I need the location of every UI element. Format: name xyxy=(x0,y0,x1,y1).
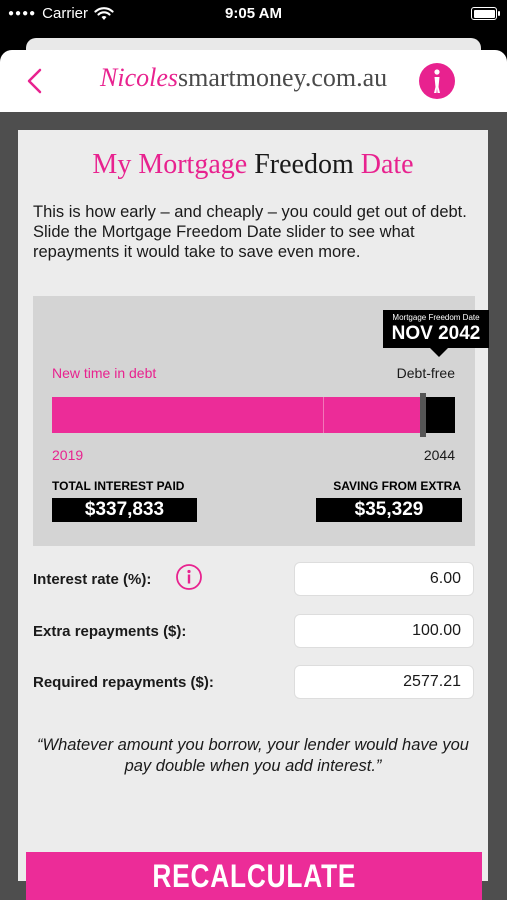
logo-badge-icon xyxy=(419,63,455,99)
info-icon[interactable] xyxy=(175,563,203,591)
slider-thumb[interactable] xyxy=(420,393,426,437)
saving-label: SAVING FROM EXTRA xyxy=(333,479,461,493)
logo: Nicolessmartmoney.com.au xyxy=(100,63,387,93)
recalculate-label: RECALCULATE xyxy=(152,858,356,894)
required-repayments-label: Required repayments ($): xyxy=(33,674,214,691)
debt-free-label: Debt-free xyxy=(396,365,455,381)
status-bar: ●●●● Carrier 9:05 AM xyxy=(0,0,507,30)
back-chevron-icon[interactable] xyxy=(24,67,46,95)
freedom-date-caption: Mortgage Freedom Date xyxy=(392,313,480,322)
extra-repayments-label: Extra repayments ($): xyxy=(33,623,187,640)
app-sheet: Nicolessmartmoney.com.au My Mortgage Fre… xyxy=(0,50,507,900)
intro-text: This is how early – and cheaply – you co… xyxy=(33,203,467,261)
interest-rate-input[interactable]: 6.00 xyxy=(294,562,474,596)
end-year: 2044 xyxy=(423,447,455,463)
new-time-label: New time in debt xyxy=(52,365,157,381)
freedom-date-callout: Mortgage Freedom Date NOV 2042 xyxy=(383,310,489,348)
battery-icon xyxy=(471,7,500,20)
saving-value: $35,329 xyxy=(316,498,462,522)
extra-repayments-input[interactable]: 100.00 xyxy=(294,614,474,648)
title-part-2: Freedom xyxy=(254,149,354,180)
freedom-date-value: NOV 2042 xyxy=(391,323,481,344)
freedom-date-slider[interactable] xyxy=(52,393,455,437)
header: Nicolessmartmoney.com.au xyxy=(0,50,507,112)
calculator-card: My Mortgage Freedom Date This is how ear… xyxy=(18,130,489,881)
slider-divider xyxy=(323,397,324,433)
total-interest-value: $337,833 xyxy=(52,498,197,522)
start-year: 2019 xyxy=(52,447,84,463)
freedom-date-panel: Mortgage Freedom Date NOV 2042 New time … xyxy=(33,296,489,546)
required-repayments-input[interactable]: 2577.21 xyxy=(294,665,474,699)
slider-fill xyxy=(52,397,423,433)
status-time: 9:05 AM xyxy=(225,5,282,22)
recalculate-button[interactable]: RECALCULATE xyxy=(26,852,482,900)
quote-text: “Whatever amount you borrow, your lender… xyxy=(37,736,469,775)
page-title: My Mortgage Freedom Date xyxy=(18,149,488,181)
title-part-1: My Mortgage xyxy=(92,149,248,180)
logo-name: Nicoles xyxy=(100,63,178,92)
interest-rate-label: Interest rate (%): xyxy=(33,571,152,588)
logo-domain: smartmoney.com.au xyxy=(178,63,388,92)
title-part-3: Date xyxy=(360,149,414,180)
callout-pointer xyxy=(430,348,448,357)
total-interest-label: TOTAL INTEREST PAID xyxy=(52,479,185,493)
